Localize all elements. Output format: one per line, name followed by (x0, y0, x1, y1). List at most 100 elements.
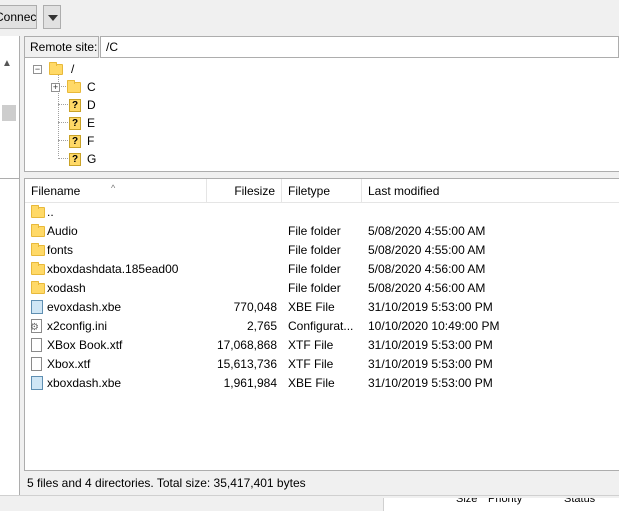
file-modified: 31/10/2019 5:53:00 PM (368, 300, 493, 314)
sort-ascending-icon: ^ (111, 183, 116, 193)
column-label: Last modified (368, 184, 440, 198)
file-size: 17,068,868 (216, 338, 277, 352)
column-label: Filetype (288, 184, 331, 198)
file-icon (31, 357, 42, 371)
file-size (207, 279, 277, 298)
tree-node-root[interactable]: − / (33, 60, 133, 78)
queue-column-priority[interactable]: Priority (488, 498, 522, 510)
table-row[interactable]: xodash File folder 5/08/2020 4:56:00 AM (25, 279, 619, 298)
xbe-file-icon (31, 376, 43, 390)
column-header-last-modified[interactable]: Last modified (362, 179, 619, 203)
file-type (288, 203, 360, 222)
file-name: x2config.ini (47, 319, 108, 333)
folder-icon (31, 281, 45, 294)
file-size: 1,961,984 (223, 376, 277, 390)
file-modified (368, 203, 528, 222)
column-header-filesize[interactable]: Filesize (207, 179, 282, 203)
tree-node-label: G (87, 152, 97, 166)
tree-node-label: C (87, 80, 96, 94)
file-type: XTF File (288, 338, 334, 352)
tree-node-label: F (87, 134, 95, 148)
table-row[interactable]: Audio File folder 5/08/2020 4:55:00 AM (25, 222, 619, 241)
collapse-icon[interactable]: − (33, 65, 42, 74)
file-modified: 5/08/2020 4:55:00 AM (368, 243, 486, 257)
remote-directory-tree[interactable]: − / + C ? D ? E ? F ? G (24, 58, 619, 172)
file-type: File folder (288, 243, 341, 257)
column-header-filename[interactable]: Filename ^ (25, 179, 207, 203)
file-modified: 5/08/2020 4:56:00 AM (368, 281, 486, 295)
file-type: XBE File (288, 376, 335, 390)
table-row[interactable]: fonts File folder 5/08/2020 4:55:00 AM (25, 241, 619, 260)
connect-dropdown-button[interactable] (43, 5, 61, 29)
file-name: fonts (47, 243, 74, 257)
file-modified: 5/08/2020 4:55:00 AM (368, 224, 486, 238)
file-icon (31, 338, 42, 352)
status-bar: 5 files and 4 directories. Total size: 3… (24, 470, 619, 495)
ini-file-icon (30, 319, 42, 333)
table-row[interactable]: .. (25, 203, 619, 222)
table-row[interactable]: xboxdash.xbe 1,961,984 XBE File 31/10/20… (25, 374, 619, 393)
tree-node-f[interactable]: ? F (67, 132, 147, 150)
file-type: File folder (288, 262, 341, 276)
file-size (207, 260, 277, 279)
queue-column-size[interactable]: Size (456, 498, 477, 510)
file-type: XBE File (288, 300, 335, 314)
file-name: Xbox.xtf (47, 357, 91, 371)
file-size (207, 241, 277, 260)
unknown-folder-icon: ? (69, 117, 81, 130)
expand-icon[interactable]: + (51, 83, 60, 92)
remote-site-bar: Remote site: /C (24, 36, 619, 58)
file-modified: 5/08/2020 4:56:00 AM (368, 262, 486, 276)
folder-icon (31, 205, 45, 218)
column-header-filetype[interactable]: Filetype (282, 179, 362, 203)
tree-node-d[interactable]: ? D (67, 96, 147, 114)
tree-node-label: E (87, 116, 96, 130)
file-size (207, 222, 277, 241)
local-pane: ▲ ▼ (0, 36, 20, 510)
tree-node-e[interactable]: ? E (67, 114, 147, 132)
folder-icon (49, 62, 63, 75)
scrollbar-thumb[interactable] (2, 105, 16, 121)
unknown-folder-icon: ? (69, 153, 81, 166)
table-row[interactable]: XBox Book.xtf 17,068,868 XTF File 31/10/… (25, 336, 619, 355)
column-label: Filesize (234, 184, 275, 198)
connect-button[interactable]: Connect (0, 5, 37, 29)
file-modified: 10/10/2020 10:49:00 PM (368, 319, 500, 333)
remote-site-label: Remote site: (24, 36, 99, 58)
file-size: 2,765 (246, 319, 277, 333)
file-modified: 31/10/2019 5:53:00 PM (368, 357, 493, 371)
file-modified: 31/10/2019 5:53:00 PM (368, 376, 493, 390)
scroll-up-icon[interactable]: ▲ (2, 58, 12, 69)
status-text: 5 files and 4 directories. Total size: 3… (27, 476, 306, 490)
file-type: File folder (288, 224, 341, 238)
column-label: Filename (31, 184, 81, 198)
file-name: xodash (47, 281, 86, 295)
toolbar: Connect (0, 0, 619, 36)
queue-pane: Size Priority Status (0, 495, 619, 511)
table-row[interactable]: evoxdash.xbe 770,048 XBE File 31/10/2019… (25, 298, 619, 317)
tree-node-label: / (71, 62, 75, 76)
local-file-list[interactable] (0, 178, 20, 498)
pane-splitter[interactable] (20, 36, 23, 510)
file-type: Configurat... (288, 319, 354, 333)
queue-column-status[interactable]: Status (564, 498, 595, 510)
table-row[interactable]: Xbox.xtf 15,613,736 XTF File 31/10/2019 … (25, 355, 619, 374)
file-name: Audio (47, 224, 78, 238)
tree-node-label: D (87, 98, 96, 112)
file-name: .. (47, 205, 54, 219)
table-row[interactable]: x2config.ini 2,765 Configurat... 10/10/2… (25, 317, 619, 336)
tree-node-c[interactable]: + C (51, 78, 151, 96)
tree-node-g[interactable]: ? G (67, 150, 147, 168)
unknown-folder-icon: ? (69, 135, 81, 148)
folder-icon (31, 262, 45, 275)
remote-path-input[interactable]: /C (100, 36, 619, 58)
list-header: Filename ^ Filesize Filetype Last modifi… (25, 179, 619, 203)
folder-icon (31, 224, 45, 237)
file-size: 770,048 (233, 300, 277, 314)
table-row[interactable]: xboxdashdata.185ead00 File folder 5/08/2… (25, 260, 619, 279)
remote-file-list[interactable]: Filename ^ Filesize Filetype Last modifi… (24, 178, 619, 470)
folder-icon (67, 80, 81, 93)
file-modified: 31/10/2019 5:53:00 PM (368, 338, 493, 352)
xbe-file-icon (31, 300, 43, 314)
file-name: xboxdash.xbe (47, 376, 122, 390)
